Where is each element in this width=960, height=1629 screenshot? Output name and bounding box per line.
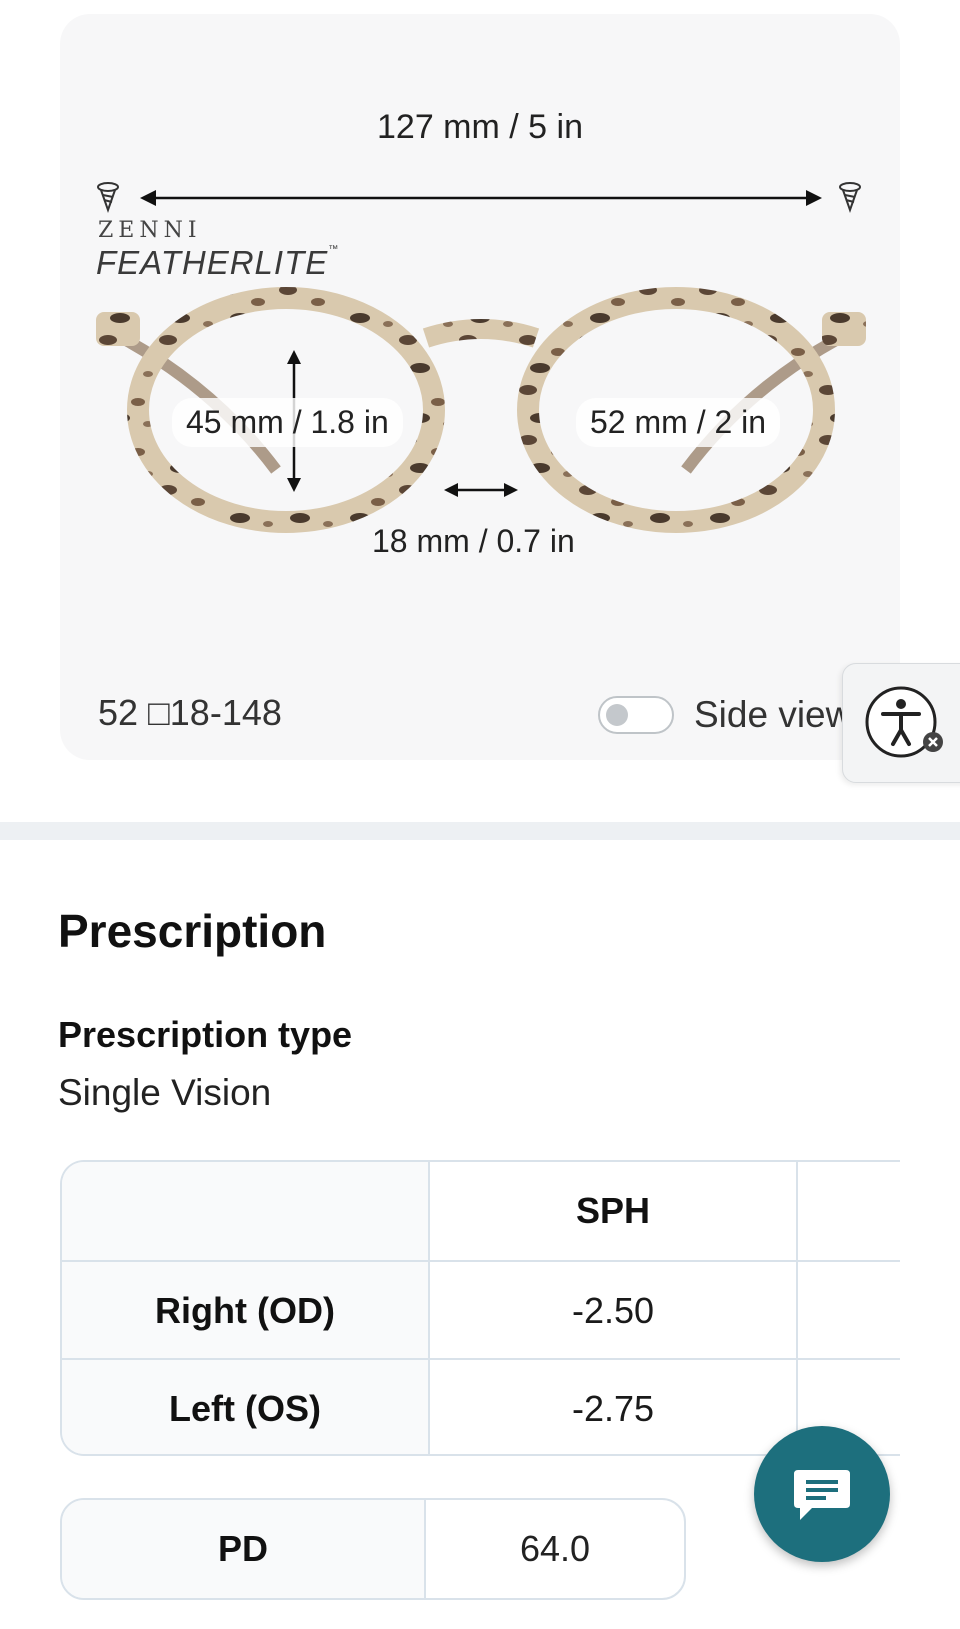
width-arrow xyxy=(140,190,822,206)
table-row: Left (OS) -2.75 xyxy=(62,1358,900,1454)
pd-value: 64.0 xyxy=(519,1528,591,1569)
pd-table: PD 64.0 xyxy=(60,1498,686,1600)
prescription-type-value: Single Vision xyxy=(58,1072,272,1113)
table-header-row: SPH xyxy=(62,1162,900,1260)
lens-width-label: 52 mm / 2 in xyxy=(576,398,781,447)
table-header-cell xyxy=(62,1162,430,1260)
table-header-sph: SPH xyxy=(430,1162,798,1260)
row-label-left-eye: Left (OS) xyxy=(62,1360,430,1454)
side-view-toggle[interactable] xyxy=(598,696,674,734)
left-eye-sph-value: -2.75 xyxy=(430,1360,798,1454)
section-divider xyxy=(0,822,960,840)
toggle-knob xyxy=(606,704,628,726)
accessibility-icon xyxy=(865,686,943,758)
prescription-title: Prescription xyxy=(58,905,327,957)
brand-logo-top: ZENNI xyxy=(98,218,202,243)
prescription-type-label: Prescription type xyxy=(58,1014,353,1055)
brand-logo-name: FEATHERLITE™ xyxy=(96,244,340,281)
bridge-width-arrow xyxy=(444,483,518,497)
chat-icon xyxy=(794,1470,850,1520)
table-row: Right (OD) -2.50 xyxy=(62,1260,900,1360)
total-width-label: 127 mm / 5 in xyxy=(377,108,583,146)
table-header-cell xyxy=(798,1162,900,1260)
accessibility-button[interactable] xyxy=(842,663,960,783)
bridge-width-label: 18 mm / 0.7 in xyxy=(372,523,575,559)
screw-icon xyxy=(97,182,119,214)
chat-button[interactable] xyxy=(754,1426,890,1562)
row-label-right-eye: Right (OD) xyxy=(62,1262,430,1360)
screw-icon xyxy=(839,182,861,214)
pd-label: PD xyxy=(62,1500,426,1598)
prescription-table: SPH Right (OD) -2.50 Left (OS) -2.75 xyxy=(60,1160,900,1456)
side-view-label: Side view xyxy=(694,694,844,735)
lens-height-label: 45 mm / 1.8 in xyxy=(172,398,403,447)
table-cell xyxy=(798,1262,900,1360)
right-eye-sph-value: -2.50 xyxy=(430,1262,798,1360)
frame-size-code: 52 □18-148 xyxy=(98,692,282,733)
